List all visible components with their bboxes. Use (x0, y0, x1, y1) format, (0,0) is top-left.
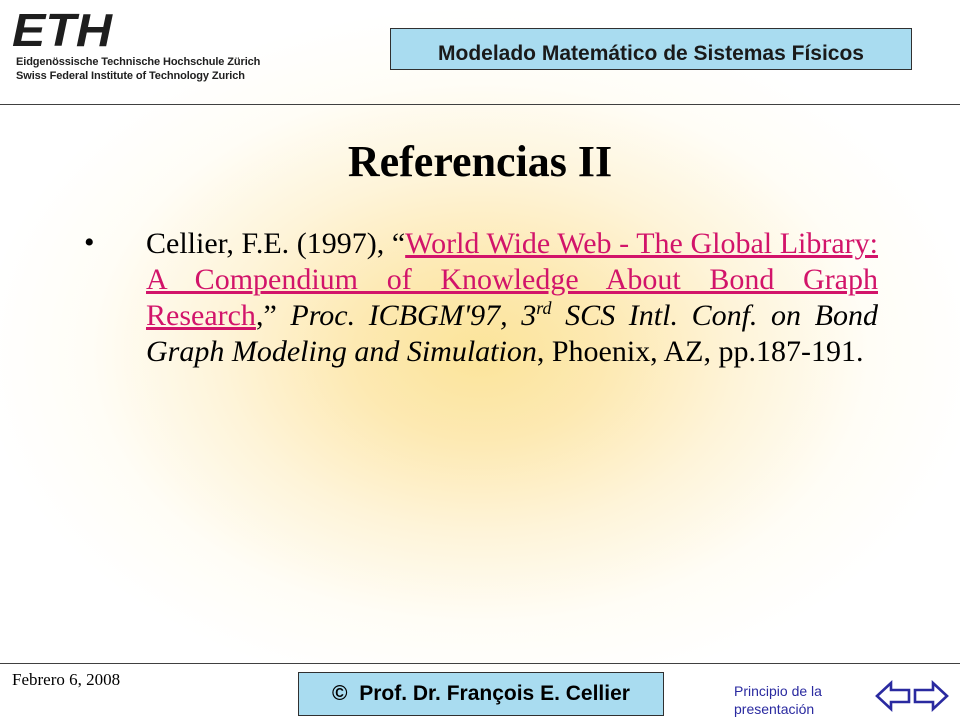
reference-entry: Cellier, F.E. (1997), “World Wide Web - … (146, 226, 878, 370)
footer-date: Febrero 6, 2008 (12, 670, 121, 689)
arrow-right-outline-icon[interactable] (912, 680, 950, 712)
eth-logo: ETH Eidgenössische Technische Hochschule… (10, 8, 270, 88)
reference-tail: , Phoenix, AZ, pp.187-191. (536, 335, 864, 368)
footer-divider (0, 663, 960, 664)
eth-logo-line-1: Eidgenössische Technische Hochschule Zür… (16, 56, 261, 68)
slide-title: Referencias II (347, 137, 613, 186)
eth-logo-wordmark: ETH (12, 8, 113, 50)
arrow-left-outline-icon[interactable] (874, 680, 912, 712)
reference-authors: Cellier, F.E. (1997), “ (146, 227, 406, 260)
copyright-text: © Prof. Dr. François E. Cellier (332, 682, 630, 705)
eth-logo-line-2: Swiss Federal Institute of Technology Zu… (16, 70, 245, 82)
reference-venue-superscript: rd (536, 298, 552, 318)
reference-venue-part-1: Proc. ICBGM'97, 3 (290, 299, 537, 332)
header-divider (0, 104, 960, 105)
reference-after-link: ,” (255, 299, 291, 332)
course-title: Modelado Matemático de Sistemas Físicos (438, 42, 864, 65)
copyright-box: © Prof. Dr. François E. Cellier (298, 672, 664, 716)
home-link[interactable]: Principio de la presentación (734, 682, 846, 718)
bullet-marker: • (84, 226, 95, 259)
eth-logo-mark: ETH (12, 8, 113, 50)
